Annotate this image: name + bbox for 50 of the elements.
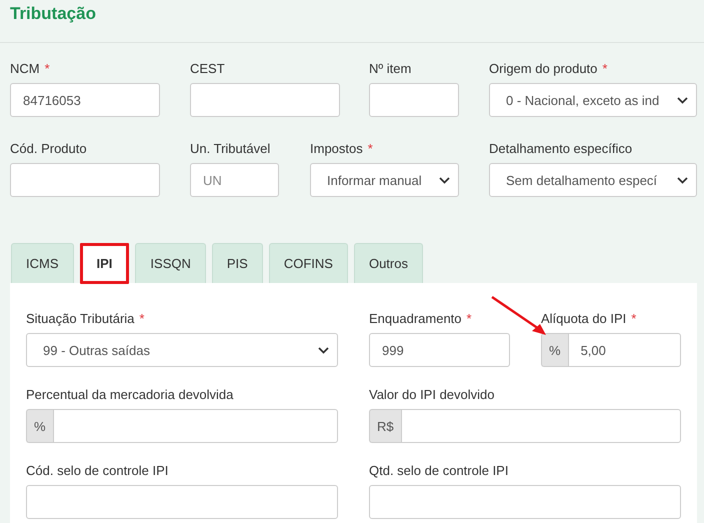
tab[interactable]: ISSQN [135,243,206,283]
field-label: Origem do produto [489,60,598,76]
tab[interactable]: ICMS [11,243,74,283]
input-field[interactable] [10,163,160,197]
field-label: Qtd. selo de controle IPI [369,462,508,478]
required-mark: * [466,310,472,326]
tab[interactable]: COFINS [268,243,348,283]
field-label: Cód. selo de controle IPI [26,462,168,478]
field-label: Impostos [310,140,363,156]
tab[interactable]: IPI [80,243,130,284]
tab[interactable]: Outros [354,243,423,283]
tab[interactable]: PIS [212,243,263,283]
field-label: Alíquota do IPI [541,310,626,326]
field-label: Nº item [369,60,412,76]
field-label: Enquadramento [369,310,462,326]
input-field[interactable]: UN [190,163,279,197]
required-mark: * [368,140,373,156]
select-field[interactable]: 99 - Outras saídas [26,333,338,367]
field-label: NCM [10,60,40,76]
field-label: Cód. Produto [10,140,87,156]
required-mark: * [44,60,50,76]
select-field[interactable]: Sem detalhamento especí [489,163,697,197]
chevron-down-icon [439,176,450,184]
unit-addon: % [26,409,53,443]
chevron-down-icon [318,346,329,354]
unit-addon: % [541,333,568,367]
input-field[interactable] [369,83,459,117]
required-mark: * [139,310,144,326]
input-field[interactable] [400,409,681,443]
input-field[interactable] [190,83,340,117]
input-field[interactable]: 84716053 [10,83,160,117]
chevron-down-icon [677,96,688,104]
field-label: Situação Tributária [26,310,134,326]
select-field[interactable]: Informar manual [310,163,459,197]
required-mark: * [602,60,608,76]
field-label: Valor do IPI devolvido [369,386,494,402]
input-field[interactable] [369,485,681,519]
input-field[interactable] [52,409,338,443]
unit-addon: R$ [369,409,401,443]
select-field[interactable]: 0 - Nacional, exceto as ind [489,83,697,117]
field-label: Detalhamento específico [489,140,632,156]
input-field[interactable]: 5,00 [568,333,681,367]
required-mark: * [631,310,636,326]
input-field[interactable]: 999 [369,333,510,367]
section-title: Tributação [10,4,96,24]
input-field[interactable] [26,485,338,519]
field-label: Percentual da mercadoria devolvida [26,386,234,402]
field-label: CEST [190,60,225,76]
field-label: Un. Tributável [190,140,270,156]
chevron-down-icon [677,176,688,184]
